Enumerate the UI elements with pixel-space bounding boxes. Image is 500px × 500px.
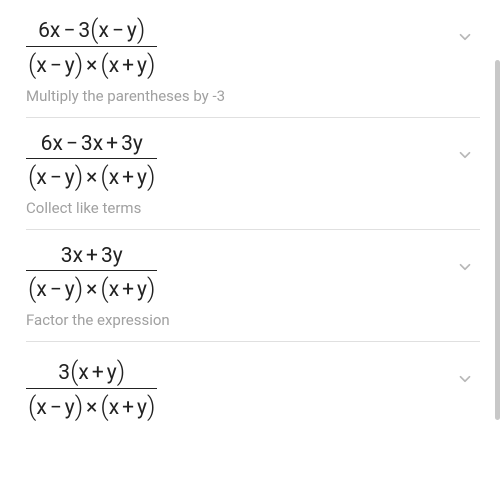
solution-step: 6x−3x+3y (x−y)×(x+y) Collect like terms — [26, 118, 480, 230]
expand-toggle[interactable] — [456, 146, 474, 168]
steps-container: 6x−3(x−y) (x−y)×(x+y) Multiply the paren… — [0, 0, 500, 433]
scroll-thumb[interactable] — [495, 60, 500, 420]
numerator: 6x−3(x−y) — [26, 14, 157, 47]
numerator: 3(x+y) — [26, 356, 157, 389]
expand-toggle[interactable] — [456, 258, 474, 280]
step-caption: Multiply the parentheses by -3 — [26, 87, 480, 105]
numerator: 3x+3y — [26, 244, 157, 271]
step-caption: Collect like terms — [26, 199, 480, 217]
denominator: (x−y)×(x+y) — [26, 389, 157, 421]
math-fraction: 6x−3(x−y) (x−y)×(x+y) — [26, 14, 157, 79]
chevron-down-icon — [456, 31, 474, 50]
denominator: (x−y)×(x+y) — [26, 271, 157, 303]
denominator: (x−y)×(x+y) — [26, 47, 157, 79]
chevron-down-icon — [456, 149, 474, 168]
solution-step: 3(x+y) (x−y)×(x+y) — [26, 342, 480, 433]
step-caption: Factor the expression — [26, 311, 480, 329]
expand-toggle[interactable] — [456, 370, 474, 392]
solution-step: 6x−3(x−y) (x−y)×(x+y) Multiply the paren… — [26, 0, 480, 118]
math-fraction: 3x+3y (x−y)×(x+y) — [26, 244, 157, 303]
scrollbar[interactable] — [494, 0, 500, 500]
chevron-down-icon — [456, 373, 474, 392]
math-fraction: 6x−3x+3y (x−y)×(x+y) — [26, 132, 157, 191]
numerator: 6x−3x+3y — [26, 132, 157, 159]
denominator: (x−y)×(x+y) — [26, 159, 157, 191]
math-fraction: 3(x+y) (x−y)×(x+y) — [26, 356, 157, 421]
expand-toggle[interactable] — [456, 28, 474, 50]
chevron-down-icon — [456, 261, 474, 280]
solution-step: 3x+3y (x−y)×(x+y) Factor the expression — [26, 230, 480, 342]
